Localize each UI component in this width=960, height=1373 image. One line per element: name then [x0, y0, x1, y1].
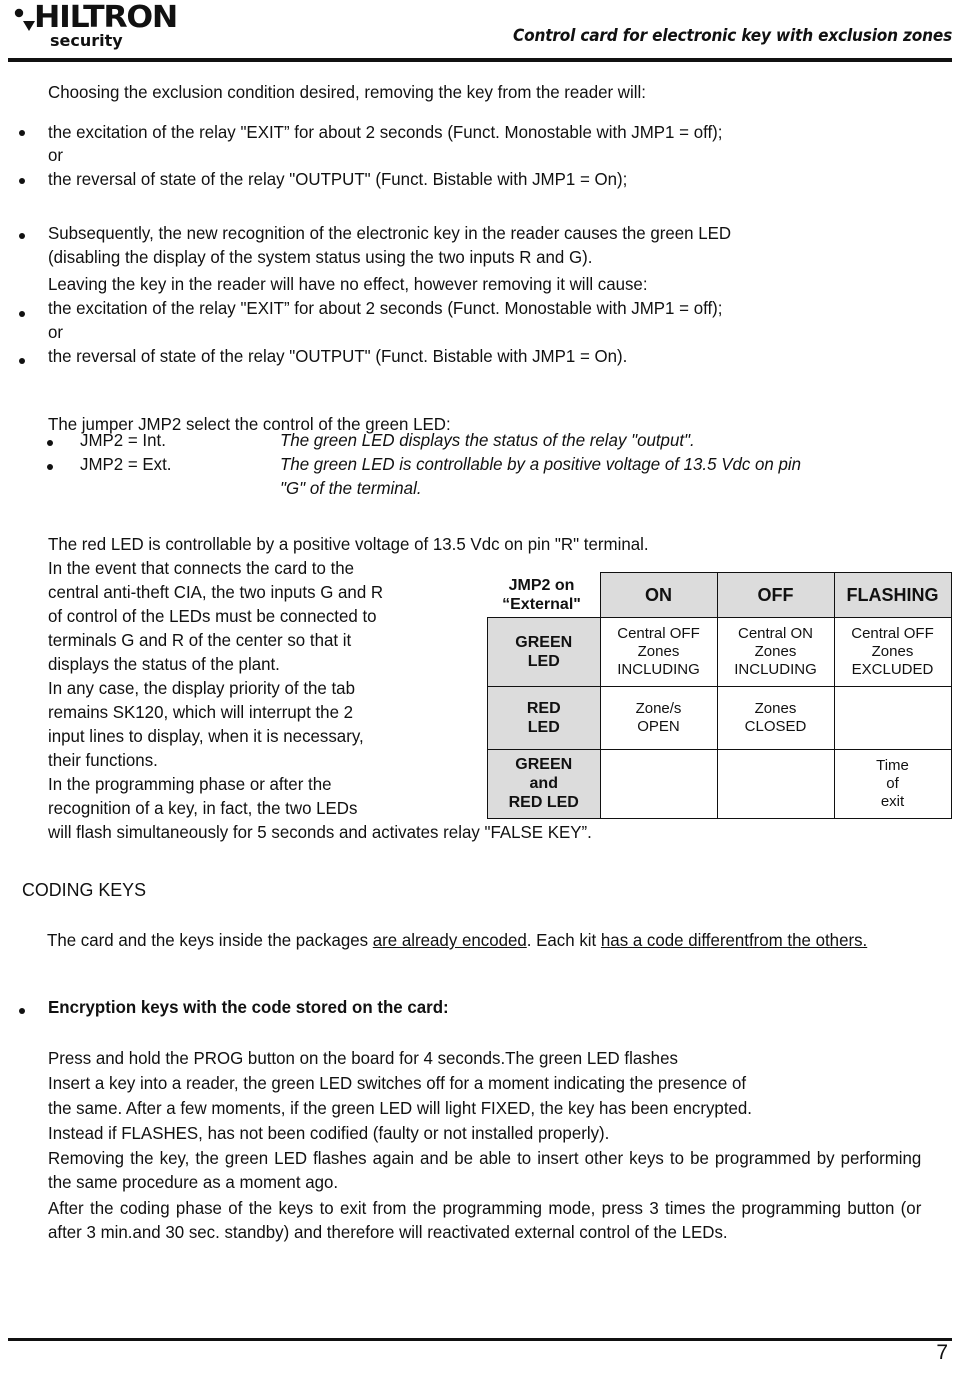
bullet-marker: [19, 130, 25, 136]
cell-green-off: Central ON Zones INCLUDING: [716, 616, 835, 687]
bullet-marker: [19, 311, 25, 317]
coding-keys-underline-3: from the others.: [748, 930, 868, 950]
page-number: 7: [936, 1341, 948, 1364]
jmp2-int-label: JMP2 = Int.: [80, 430, 166, 450]
coding-keys-heading: CODING KEYS: [22, 879, 147, 900]
row-header-green-led-line-2: LED: [527, 652, 560, 670]
table-column-header-on: ON: [599, 572, 718, 618]
table-column-header-flashing: FLASHING: [833, 572, 952, 618]
table-column-header-off: OFF: [716, 572, 835, 618]
coding-keys-paragraph: The card and the keys inside the package…: [20, 928, 917, 952]
row-header-green-and-red-led: GREEN and RED LED: [487, 748, 601, 819]
bullet-marker: [19, 233, 25, 239]
brand-wordmark: HILTRON: [34, 0, 178, 35]
bullet-3-line-1: Subsequently, the new recognition of the…: [48, 223, 732, 243]
cell-red-flashing: [833, 685, 952, 750]
row-header-green-and-red-line-3: RED LED: [508, 794, 579, 811]
encryption-paragraph-2: Removing the key, the green LED flashes …: [48, 1148, 922, 1192]
cell-both-flashing: Time of exit: [833, 748, 952, 819]
bullet-3-line-2: (disabling the display of the system sta…: [48, 247, 593, 267]
intro-paragraph: Choosing the exclusion condition desired…: [48, 82, 646, 102]
bullet-4-line-1: the excitation of the relay "EXIT” for a…: [48, 298, 723, 318]
left-column-paragraph: In the event that connects the card to t…: [48, 558, 384, 818]
bullet-1-line-1: the excitation of the relay "EXIT” for a…: [48, 122, 723, 142]
jmp2-external-table: JMP2 on “External" ON OFF FLASHING GREEN…: [487, 572, 952, 819]
footer-divider: [8, 1338, 952, 1341]
bullet-marker: [47, 440, 53, 446]
encryption-line-1: Press and hold the PROG button on the bo…: [48, 1048, 678, 1068]
bullet-2-line-1: the reversal of state of the relay "OUTP…: [48, 169, 628, 189]
jmp2-ext-description-line-1: The green LED is controllable by a posit…: [280, 454, 802, 474]
encryption-paragraph-3: After the coding phase of the keys to ex…: [48, 1198, 922, 1242]
row-header-green-and-red-line-1: GREEN: [515, 756, 573, 773]
coding-keys-text-a: The card and the keys inside the package…: [47, 930, 373, 950]
table-corner-line-1: JMP2 on: [508, 576, 575, 594]
table-header-row: JMP2 on “External" ON OFF FLASHING: [488, 572, 952, 618]
bullet-4-intro-line: Leaving the key in the reader will have …: [48, 274, 648, 294]
bullet-5-line-1: the reversal of state of the relay "OUTP…: [48, 346, 628, 366]
table-corner-line-2: “External": [502, 595, 581, 613]
row-header-green-led: GREEN LED: [487, 616, 601, 687]
table-corner-cell: JMP2 on “External": [488, 573, 601, 618]
encryption-line-2: Insert a key into a reader, the green LE…: [48, 1073, 747, 1093]
brand-tagline: security: [50, 31, 123, 50]
bullet-marker: [19, 178, 25, 184]
encryption-line-3: the same. After a few moments, if the gr…: [48, 1098, 752, 1118]
bullet-4-line-2: or: [48, 322, 64, 342]
encryption-line-4: Instead if FLASHES, has not been codifie…: [48, 1123, 610, 1143]
row-header-green-and-red-line-2: and: [529, 775, 558, 792]
row-header-red-led: RED LED: [487, 685, 601, 750]
cell-both-off: [716, 748, 835, 819]
header-divider: [8, 58, 952, 62]
false-key-line: will flash simultaneously for 5 seconds …: [48, 822, 592, 842]
bullet-marker: [19, 1008, 25, 1014]
cell-red-on: Zone/s OPEN: [599, 685, 718, 750]
table-row: GREEN and RED LED Time of exit: [487, 748, 952, 819]
coding-keys-text-c: . Each kit: [526, 930, 601, 950]
coding-keys-underline-2: has a code different: [600, 930, 749, 950]
jmp2-int-description: The green LED displays the status of the…: [280, 430, 695, 450]
row-header-green-led-line-1: GREEN: [515, 633, 573, 651]
page-header: HILTRON security Control card for electr…: [0, 0, 960, 62]
coding-keys-underline-1: are already encoded: [372, 930, 527, 950]
cell-both-on: [599, 748, 718, 819]
row-header-red-led-line-2: LED: [527, 718, 560, 736]
red-led-paragraph: The red LED is controllable by a positiv…: [48, 534, 649, 554]
table-row: GREEN LED Central OFF Zones INCLUDING Cent…: [487, 616, 952, 687]
bullet-marker: [19, 358, 25, 364]
cell-green-flashing: Central OFF Zones EXCLUDED: [833, 616, 952, 687]
row-header-red-led-line-1: RED: [526, 699, 561, 717]
jmp2-ext-description-line-2: "G" of the terminal.: [280, 478, 422, 498]
bullet-1-line-2: or: [48, 145, 64, 165]
table-row: RED LED Zone/s OPEN Zones CLOSED: [487, 685, 952, 750]
bullet-marker: [47, 464, 53, 470]
encryption-keys-heading: Encryption keys with the code stored on …: [48, 997, 449, 1017]
jmp2-ext-label: JMP2 = Ext.: [80, 454, 172, 474]
cell-red-off: Zones CLOSED: [716, 685, 835, 750]
document-header-title: Control card for electronic key with exc…: [512, 26, 952, 45]
cell-green-on: Central OFF Zones INCLUDING: [599, 616, 718, 687]
